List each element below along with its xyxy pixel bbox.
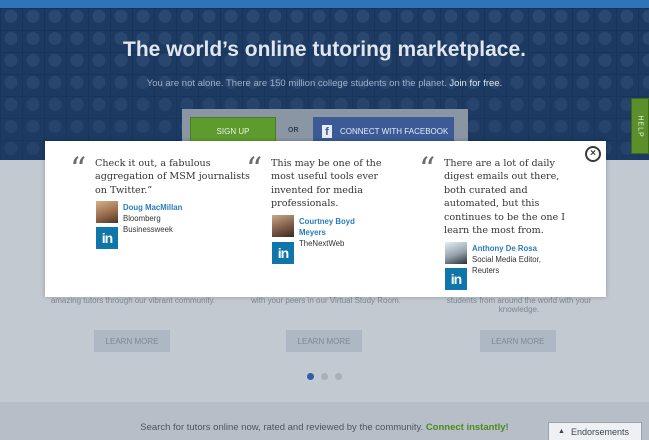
testimonial-text: There are a lot of daily digest emails o… bbox=[444, 158, 566, 237]
testimonials-modal: × “ Check it out, a fabulous aggregation… bbox=[45, 141, 606, 297]
carousel-dot-3[interactable] bbox=[335, 373, 342, 380]
facebook-icon: f bbox=[322, 124, 332, 138]
feature-2-text: with your peers in our Virtual Study Roo… bbox=[251, 296, 401, 305]
hero-subtitle-text: You are not alone. There are 150 million… bbox=[146, 78, 447, 89]
author-name-link[interactable]: Courtney Boyd Meyers bbox=[299, 216, 359, 238]
author-name-link[interactable]: Anthony De Rosa bbox=[472, 243, 537, 254]
connect-facebook-label: CONNECT WITH FACEBOOK bbox=[340, 126, 449, 136]
avatar bbox=[272, 215, 294, 237]
avatar bbox=[445, 242, 467, 264]
carousel-dot-1[interactable] bbox=[307, 373, 314, 380]
chevron-up-icon: ▲ bbox=[558, 428, 565, 435]
quote-mark-icon: “ bbox=[70, 150, 87, 188]
footer-message: Search for tutors online now, rated and … bbox=[140, 422, 424, 433]
linkedin-icon[interactable]: in bbox=[96, 227, 118, 249]
author-org: Bloomberg Businessweek bbox=[123, 214, 173, 234]
learn-more-button-1[interactable]: LEARN MORE bbox=[94, 330, 170, 352]
learn-more-button-2[interactable]: LEARN MORE bbox=[286, 330, 362, 352]
endorsements-tab[interactable]: ▲ Endorsements bbox=[548, 422, 642, 440]
feature-3-text: students from around the world with your… bbox=[446, 296, 592, 314]
testimonial-text: This may be one of the most useful tools… bbox=[271, 158, 382, 210]
join-link[interactable]: Join for free. bbox=[449, 78, 502, 89]
avatar bbox=[96, 201, 118, 223]
endorsements-label: Endorsements bbox=[570, 426, 629, 437]
quote-mark-icon: “ bbox=[419, 150, 436, 188]
linkedin-icon[interactable]: in bbox=[445, 268, 467, 290]
help-tab[interactable]: HELP bbox=[631, 98, 649, 154]
carousel-dot-2[interactable] bbox=[321, 373, 328, 380]
learn-more-button-3[interactable]: LEARN MORE bbox=[480, 330, 556, 352]
or-label: OR bbox=[288, 127, 299, 134]
connect-instantly-link[interactable]: Connect instantly! bbox=[426, 422, 509, 433]
quote-mark-icon: “ bbox=[246, 150, 263, 188]
author-org: Social Media Editor, Reuters bbox=[472, 255, 541, 275]
hero-subtitle: You are not alone. There are 150 million… bbox=[0, 78, 649, 89]
hero-title: The world’s online tutoring marketplace. bbox=[123, 38, 526, 61]
help-tab-label: HELP bbox=[636, 114, 644, 138]
author-org: TheNextWeb bbox=[299, 239, 345, 248]
hero-banner: The world’s online tutoring marketplace.… bbox=[0, 0, 649, 160]
linkedin-icon[interactable]: in bbox=[272, 242, 294, 264]
close-icon[interactable]: × bbox=[585, 146, 601, 162]
testimonial-text: Check it out, a fabulous aggregation of … bbox=[95, 158, 250, 196]
author-name-link[interactable]: Doug MacMillan bbox=[123, 202, 182, 213]
feature-1-text: amazing tutors through our vibrant commu… bbox=[50, 296, 216, 305]
